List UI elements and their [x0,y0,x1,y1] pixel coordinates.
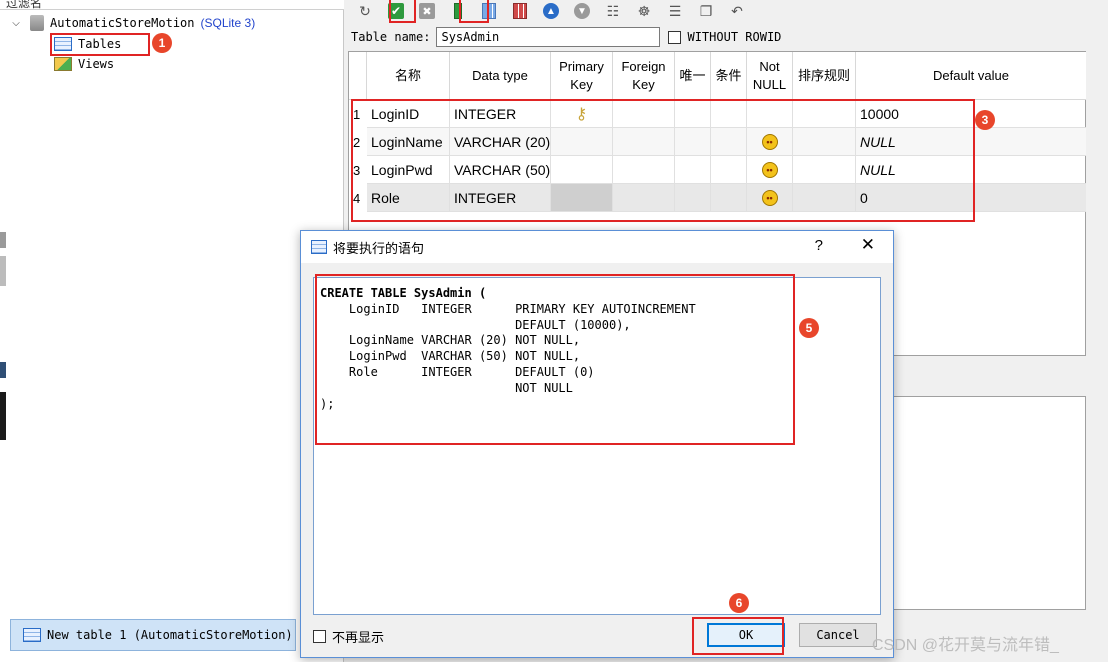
object-tree-pane: 过滤名 ⌵ AutomaticStoreMotion (SQLite 3) Ta… [0,0,344,662]
highlight-box-5 [315,274,795,445]
highlight-box-6 [692,617,784,655]
execute-statement-dialog: 将要执行的语句 ? ✕ CREATE TABLE SysAdmin ( Logi… [300,230,894,658]
highlight-box-3 [351,99,975,222]
without-rowid-checkbox[interactable] [668,30,682,44]
view-icon [54,57,72,71]
highlight-box-add-column [459,0,489,23]
dont-show-checkbox[interactable] [313,630,326,643]
undo-icon[interactable]: ↶ [727,1,747,21]
foreign-key-tool-icon[interactable]: ☸ [634,1,654,21]
filter-strip[interactable]: 过滤名 [0,0,344,10]
col-header-datatype[interactable]: Data type [450,52,551,100]
annotation-badge-6: 6 [729,593,749,613]
col-header-check[interactable]: 条件 [711,52,747,100]
highlight-box-1 [50,33,150,56]
table-name-value: SysAdmin [441,30,500,44]
table-name-input[interactable]: SysAdmin [436,27,661,47]
tree-db-node[interactable]: ⌵ AutomaticStoreMotion (SQLite 3) [10,14,255,32]
table-icon [311,240,327,254]
table-icon [23,628,41,642]
dialog-title: 将要执行的语句 [333,240,425,256]
db-name: AutomaticStoreMotion [50,16,195,30]
move-up-icon[interactable]: ▲ [541,1,561,21]
cancel-button[interactable]: Cancel [799,623,877,647]
tree-item-views[interactable]: Views [54,55,114,73]
open-tab-new-table[interactable]: New table 1 (AutomaticStoreMotion) [10,619,296,651]
help-icon[interactable]: ? [815,237,823,254]
watermark: CSDN @花开莫与流年错_ [872,637,1059,654]
annotation-badge-5: 5 [799,318,819,338]
database-icon [30,15,44,31]
close-icon[interactable]: ✕ [861,235,875,255]
col-header-not-null[interactable]: Not NULL [747,52,793,100]
without-rowid-label: WITHOUT ROWID [687,30,782,44]
annotation-badge-1: 1 [152,33,172,53]
db-type: (SQLite 3) [200,16,256,30]
row-num-header [349,52,367,100]
annotation-badge-3: 3 [975,110,995,130]
delete-column-icon[interactable] [510,1,530,21]
col-header-name[interactable]: 名称 [367,52,450,100]
highlight-box-commit [389,0,416,23]
table-name-label: Table name: [351,30,431,44]
left-edge-marks [0,232,6,452]
refresh-icon[interactable]: ↻ [355,1,375,21]
copy-icon[interactable]: ❐ [696,1,716,21]
col-header-collation[interactable]: 排序规则 [793,52,856,100]
dont-show-label: 不再显示 [332,630,385,645]
move-down-icon[interactable]: ▼ [572,1,592,21]
dont-show-again-row[interactable]: 不再显示 [313,627,384,646]
col-header-foreign-key[interactable]: Foreign Key [613,52,675,100]
chevron-down-icon[interactable]: ⌵ [10,18,22,29]
filter-label: 过滤名 [6,0,43,10]
open-tab-label: New table 1 (AutomaticStoreMotion) [47,628,293,642]
col-header-default[interactable]: Default value [856,52,1086,100]
primary-key-tool-icon[interactable]: ☷ [603,1,623,21]
tree-item-label: Views [78,57,115,71]
col-header-unique[interactable]: 唯一 [675,52,711,100]
table-name-row: Table name: SysAdmin WITHOUT ROWID [351,27,781,47]
col-header-primary-key[interactable]: Primary Key [551,52,613,100]
rollback-x-icon[interactable]: ✖ [417,1,437,21]
unique-tool-icon[interactable]: ☰ [665,1,685,21]
dialog-titlebar: 将要执行的语句 ? ✕ [301,231,893,263]
